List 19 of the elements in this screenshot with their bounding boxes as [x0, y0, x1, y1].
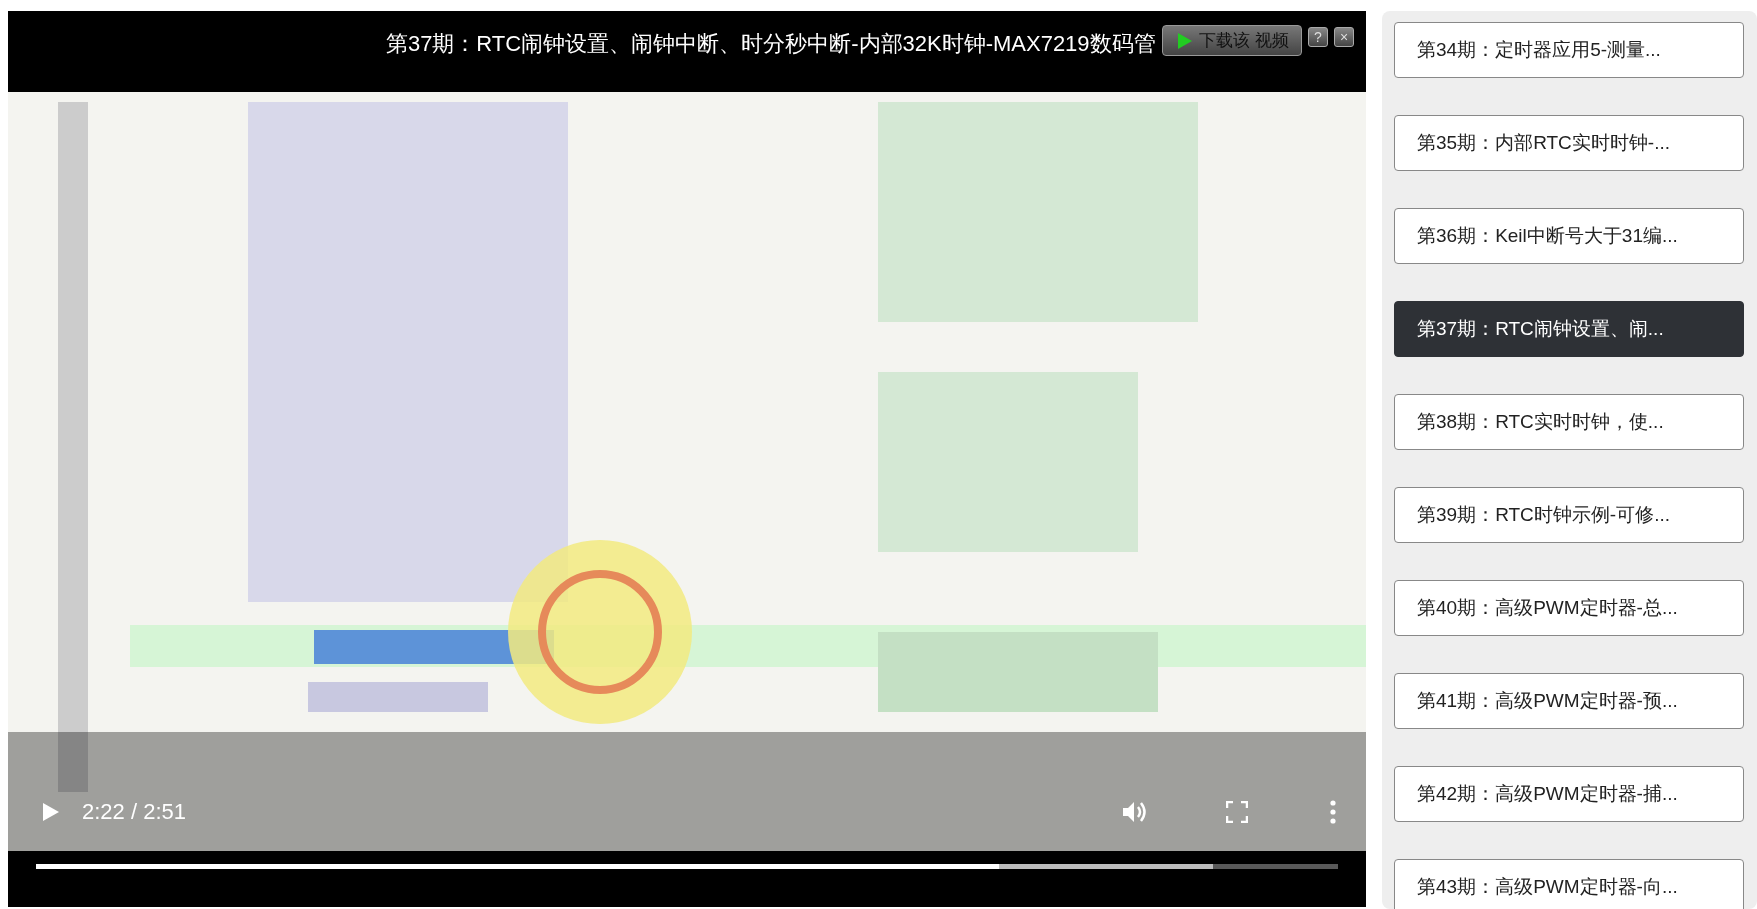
playlist-item[interactable]: 第35期：内部RTC实时时钟-... — [1394, 115, 1744, 171]
playlist-item[interactable]: 第42期：高级PWM定时器-捕... — [1394, 766, 1744, 822]
video-title: 第37期：RTC闹钟设置、闹钟中断、时分秒中断-内部32K时钟-MAX7219数码管 — [385, 30, 1156, 58]
more-options-icon — [1330, 800, 1336, 824]
playlist-item[interactable]: 第40期：高级PWM定时器-总... — [1394, 580, 1744, 636]
playlist-item[interactable]: 第36期：Keil中断号大于31编... — [1394, 208, 1744, 264]
volume-icon — [1122, 800, 1148, 824]
playlist-item[interactable]: 第41期：高级PWM定时器-预... — [1394, 673, 1744, 729]
playlist-item[interactable]: 第37期：RTC闹钟设置、闹... — [1394, 301, 1744, 357]
playlist-item[interactable]: 第43期：高级PWM定时器-向... — [1394, 859, 1744, 909]
fullscreen-icon — [1226, 801, 1248, 823]
time-display: 2:22 / 2:51 — [82, 799, 186, 825]
progress-bar[interactable] — [36, 864, 1338, 869]
close-button[interactable]: × — [1334, 27, 1354, 47]
playlist-item[interactable]: 第38期：RTC实时时钟，使... — [1394, 394, 1744, 450]
playlist-item[interactable]: 第34期：定时器应用5-测量... — [1394, 22, 1744, 78]
playlist-item[interactable]: 第39期：RTC时钟示例-可修... — [1394, 487, 1744, 543]
help-button[interactable]: ? — [1308, 27, 1328, 47]
play-icon — [42, 802, 60, 822]
